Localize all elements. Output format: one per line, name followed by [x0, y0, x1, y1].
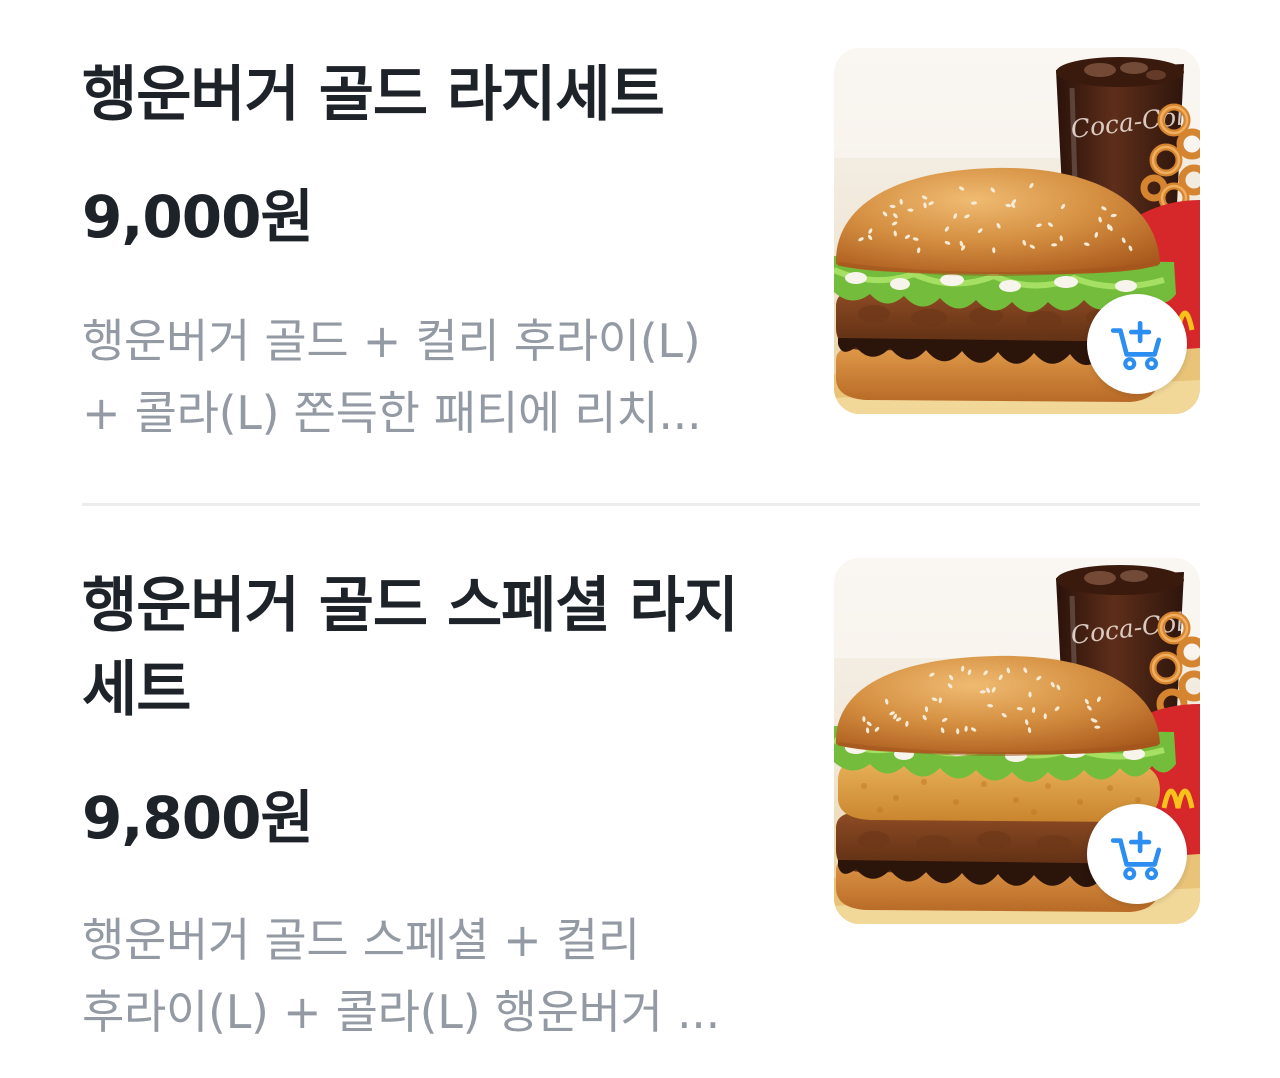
menu-item-price: 9,800원 [82, 784, 314, 852]
cart-plus-icon [1110, 320, 1162, 371]
menu-item-description: 행운버거 골드 + 컬리 후라이(L) + 콜라(L) 쫀득한 패티에 리치..… [82, 305, 812, 449]
description-line: 행운버거 골드 스페셜 + 컬리 [82, 913, 640, 967]
menu-item-image: Coca-Col [834, 558, 1200, 924]
description-line: 후라이(L) + 콜라(L) 행운버거 ... [82, 985, 720, 1039]
menu-item-title: 행운버거 골드 스페셜 라지세트 [82, 571, 739, 725]
menu-item-description: 행운버거 골드 스페셜 + 컬리 후라이(L) + 콜라(L) 행운버거 ... [82, 904, 812, 1048]
add-to-cart-button[interactable] [1087, 804, 1187, 904]
menu-item-title: 행운버거 골드 라지세트 [82, 60, 665, 130]
description-line: 행운버거 골드 + 컬리 후라이(L) [82, 314, 701, 368]
add-to-cart-button[interactable] [1087, 294, 1187, 394]
description-line: + 콜라(L) 쫀득한 패티에 리치... [82, 386, 702, 440]
menu-item-price: 9,000원 [82, 183, 314, 251]
divider [82, 503, 1200, 506]
cart-plus-icon [1110, 830, 1162, 881]
menu-item-image: Coca-Col [834, 48, 1200, 414]
